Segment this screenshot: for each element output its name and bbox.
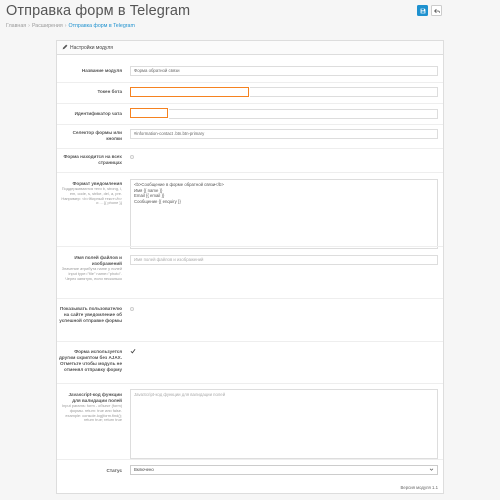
show-success-checkbox[interactable]: [130, 307, 134, 311]
file-fields-help: Значение атрибута name у полей input typ…: [61, 266, 122, 281]
check-icon[interactable]: [130, 348, 136, 354]
js-validation-title: Javascript-код функции для валидации пол…: [68, 392, 123, 403]
file-fields-title: Имя полей файлов и изображений: [74, 255, 122, 266]
file-fields-input[interactable]: Имя полей файлов и изображений: [130, 255, 438, 265]
breadcrumb-separator: ›: [64, 23, 67, 29]
row-divider: [57, 383, 443, 384]
row-divider: [57, 246, 443, 247]
js-validation-label: Javascript-код функции для валидации пол…: [59, 392, 122, 423]
js-validation-textarea[interactable]: JavaScript-код функции для валидации пол…: [130, 389, 438, 459]
show-success-label: Показывать пользователю на сайте уведомл…: [59, 306, 122, 323]
back-icon: [434, 8, 440, 14]
file-fields-label: Имя полей файлов и изображений Значение …: [59, 255, 122, 281]
pencil-icon: [62, 44, 68, 50]
bot-token-input-rest[interactable]: [250, 87, 438, 97]
row-divider: [57, 103, 443, 104]
row-divider: [57, 298, 443, 299]
row-divider: [57, 172, 443, 173]
page-title: Отправка форм в Telegram: [6, 3, 191, 19]
row-divider: [57, 124, 443, 125]
chat-id-input-rest[interactable]: [169, 109, 438, 119]
breadcrumb-extensions[interactable]: Расширения: [32, 23, 63, 29]
breadcrumb-separator: ›: [28, 23, 30, 29]
status-select[interactable]: Включено: [130, 465, 438, 475]
breadcrumb-current[interactable]: Отправка форм в Telegram: [69, 23, 135, 29]
breadcrumb-home[interactable]: Главная: [6, 23, 26, 29]
all-pages-checkbox[interactable]: [130, 155, 134, 159]
form-selector-label: Селектор формы или кнопки: [72, 130, 122, 141]
chevron-down-icon: [429, 468, 434, 471]
panel-heading: Настройки модуля: [57, 41, 443, 55]
status-label: Статус: [106, 468, 122, 473]
page-header: Отправка форм в Telegram Главная › Расшире…: [0, 0, 500, 40]
row-divider: [57, 82, 443, 83]
ajax-form-label: Форма используется другим скриптом без A…: [59, 349, 122, 372]
save-button[interactable]: [417, 5, 428, 16]
save-icon: [420, 8, 425, 13]
notify-format-textarea[interactable]: <b>Сообщение в форме обратной связи</b> …: [130, 179, 438, 249]
settings-panel: Настройки модуля Название модуля Форма о…: [56, 40, 444, 494]
module-version: Версия модуля 1.1: [400, 485, 438, 490]
bot-token-input[interactable]: [130, 87, 249, 97]
all-pages-label: Форма находится на всех страницах: [63, 154, 122, 165]
notify-format-help: Поддерживаются теги b, strong, i, em, co…: [61, 186, 122, 206]
bot-token-label: Токен бота: [97, 89, 122, 94]
module-name-input[interactable]: Форма обратной связи: [130, 66, 438, 76]
module-name-label: Название модуля: [81, 68, 122, 73]
notify-format-label: Формат уведомления Поддерживаются теги b…: [59, 181, 122, 206]
js-validation-help: Input params: form - объект (form) формы…: [62, 403, 122, 423]
row-divider: [57, 148, 443, 149]
panel-title: Настройки модуля: [70, 44, 113, 51]
row-divider: [57, 341, 443, 342]
status-select-value: Включено: [134, 467, 154, 472]
chat-id-input[interactable]: [130, 108, 168, 118]
breadcrumb: Главная › Расширения › Отправка форм в Teleg…: [6, 23, 135, 29]
chat-id-label: Идентификатор чата: [74, 111, 122, 116]
form-selector-input[interactable]: #information-contact .btn.btn-primary: [130, 129, 438, 139]
row-divider: [57, 459, 443, 460]
back-button[interactable]: [431, 5, 442, 16]
